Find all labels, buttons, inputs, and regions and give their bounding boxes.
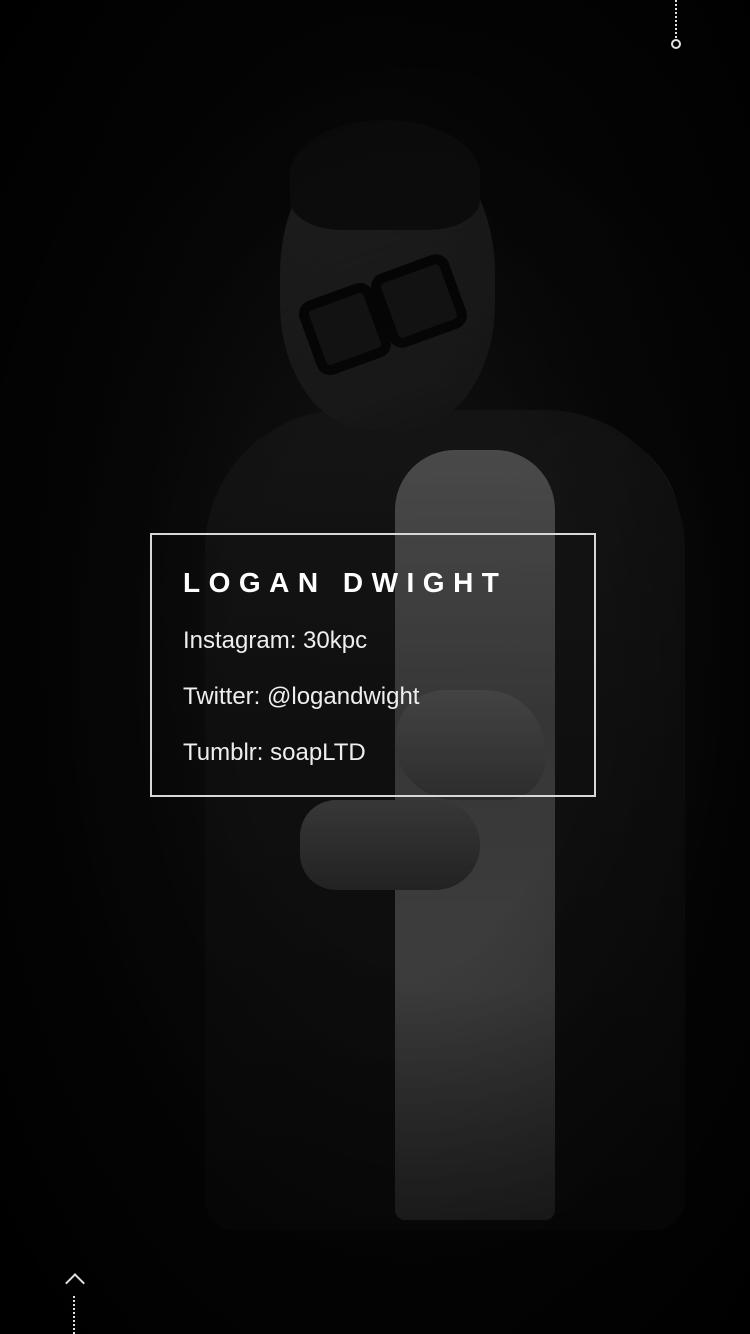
instagram-link[interactable]: Instagram: 30kpc <box>183 627 367 655</box>
tumblr-link[interactable]: Tumblr: soapLTD <box>183 739 366 767</box>
twitter-link[interactable]: Twitter: @logandwight <box>183 683 419 711</box>
profile-screen: LOGAN DWIGHT Instagram: 30kpc Twitter: @… <box>0 0 750 1334</box>
scroll-up-button[interactable] <box>60 1264 90 1334</box>
chevron-up-icon <box>65 1273 85 1293</box>
profile-name: LOGAN DWIGHT <box>183 567 508 598</box>
profile-info-card: LOGAN DWIGHT Instagram: 30kpc Twitter: @… <box>150 533 596 797</box>
dotted-line-icon <box>73 1296 75 1334</box>
dotted-line-circle-icon <box>668 0 684 52</box>
